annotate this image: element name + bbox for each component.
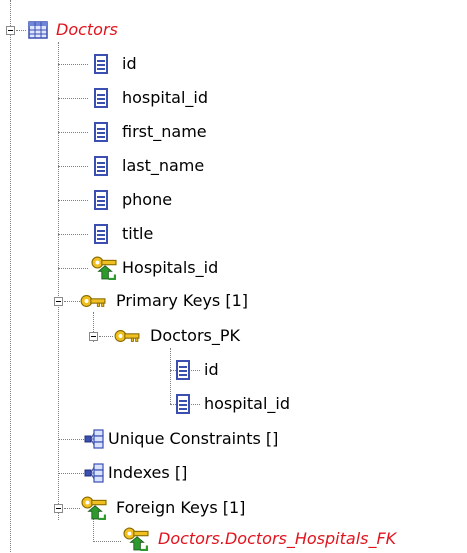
tree-node-foreign-key[interactable]: Doctors.Doctors_Hospitals_FK bbox=[122, 525, 396, 553]
column-label: id bbox=[122, 54, 137, 73]
column-icon bbox=[176, 394, 190, 414]
tree-node-indexes[interactable]: Indexes [] bbox=[84, 459, 187, 487]
unique-constraints-label: Unique Constraints [] bbox=[108, 429, 279, 448]
indexes-label: Indexes [] bbox=[108, 463, 188, 482]
schema-tree: Doctors id hospital_id first_name last_n… bbox=[0, 0, 467, 552]
foreign-key-icon bbox=[90, 256, 118, 280]
foreign-keys-label: Foreign Keys [1] bbox=[116, 498, 246, 517]
index-icon bbox=[84, 463, 104, 483]
tree-guide-line bbox=[170, 348, 171, 404]
column-label: phone bbox=[122, 190, 173, 209]
tree-node-table[interactable]: Doctors bbox=[28, 16, 118, 44]
key-icon bbox=[114, 328, 140, 344]
tree-node-primary-keys[interactable]: Primary Keys [1] bbox=[80, 287, 248, 315]
collapse-toggle[interactable] bbox=[89, 332, 98, 341]
foreign-key-icon bbox=[122, 527, 150, 551]
tree-connector bbox=[93, 541, 121, 542]
tree-guide-line bbox=[10, 0, 11, 552]
tree-node-pk-column[interactable]: id bbox=[176, 356, 219, 384]
column-label: hospital_id bbox=[122, 88, 208, 107]
tree-connector bbox=[64, 301, 80, 302]
tree-connector bbox=[58, 268, 88, 269]
column-icon bbox=[94, 224, 108, 244]
fk-column-label: Hospitals_id bbox=[122, 258, 219, 277]
table-label: Doctors bbox=[56, 20, 118, 39]
tree-connector bbox=[58, 98, 88, 99]
tree-node-column[interactable]: first_name bbox=[94, 118, 207, 146]
column-icon bbox=[176, 360, 190, 380]
pk-column-label: id bbox=[204, 360, 219, 379]
primary-key-label: Doctors_PK bbox=[150, 326, 241, 345]
column-label: last_name bbox=[122, 156, 205, 175]
column-icon bbox=[94, 54, 108, 74]
tree-node-column[interactable]: title bbox=[94, 220, 153, 248]
tree-node-pk-column[interactable]: hospital_id bbox=[176, 390, 290, 418]
tree-guide-line bbox=[58, 42, 59, 520]
tree-node-column[interactable]: hospital_id bbox=[94, 84, 208, 112]
key-icon bbox=[80, 293, 106, 309]
collapse-toggle[interactable] bbox=[54, 297, 63, 306]
column-label: title bbox=[122, 224, 154, 243]
tree-node-column[interactable]: phone bbox=[94, 186, 172, 214]
column-icon bbox=[94, 190, 108, 210]
tree-node-column[interactable]: last_name bbox=[94, 152, 204, 180]
column-icon bbox=[94, 122, 108, 142]
tree-node-primary-key[interactable]: Doctors_PK bbox=[114, 322, 240, 350]
tree-connector bbox=[58, 64, 88, 65]
collapse-toggle[interactable] bbox=[54, 504, 63, 513]
pk-column-label: hospital_id bbox=[204, 394, 290, 413]
tree-connector bbox=[58, 200, 88, 201]
tree-node-fk-column[interactable]: Hospitals_id bbox=[90, 254, 218, 282]
tree-connector bbox=[58, 132, 88, 133]
tree-node-column[interactable]: id bbox=[94, 50, 137, 78]
tree-connector bbox=[64, 508, 80, 509]
tree-connector bbox=[99, 336, 113, 337]
primary-keys-label: Primary Keys [1] bbox=[116, 291, 249, 310]
table-icon bbox=[28, 21, 48, 39]
foreign-key-label: Doctors.Doctors_Hospitals_FK bbox=[158, 529, 397, 548]
column-icon bbox=[94, 88, 108, 108]
column-label: first_name bbox=[122, 122, 207, 141]
tree-node-unique-constraints[interactable]: Unique Constraints [] bbox=[84, 425, 278, 453]
column-icon bbox=[94, 156, 108, 176]
tree-connector bbox=[16, 30, 26, 31]
collapse-toggle[interactable] bbox=[6, 26, 15, 35]
foreign-key-icon bbox=[80, 496, 108, 520]
tree-connector bbox=[58, 166, 88, 167]
tree-node-foreign-keys[interactable]: Foreign Keys [1] bbox=[80, 494, 245, 522]
index-icon bbox=[84, 429, 104, 449]
tree-connector bbox=[58, 234, 88, 235]
